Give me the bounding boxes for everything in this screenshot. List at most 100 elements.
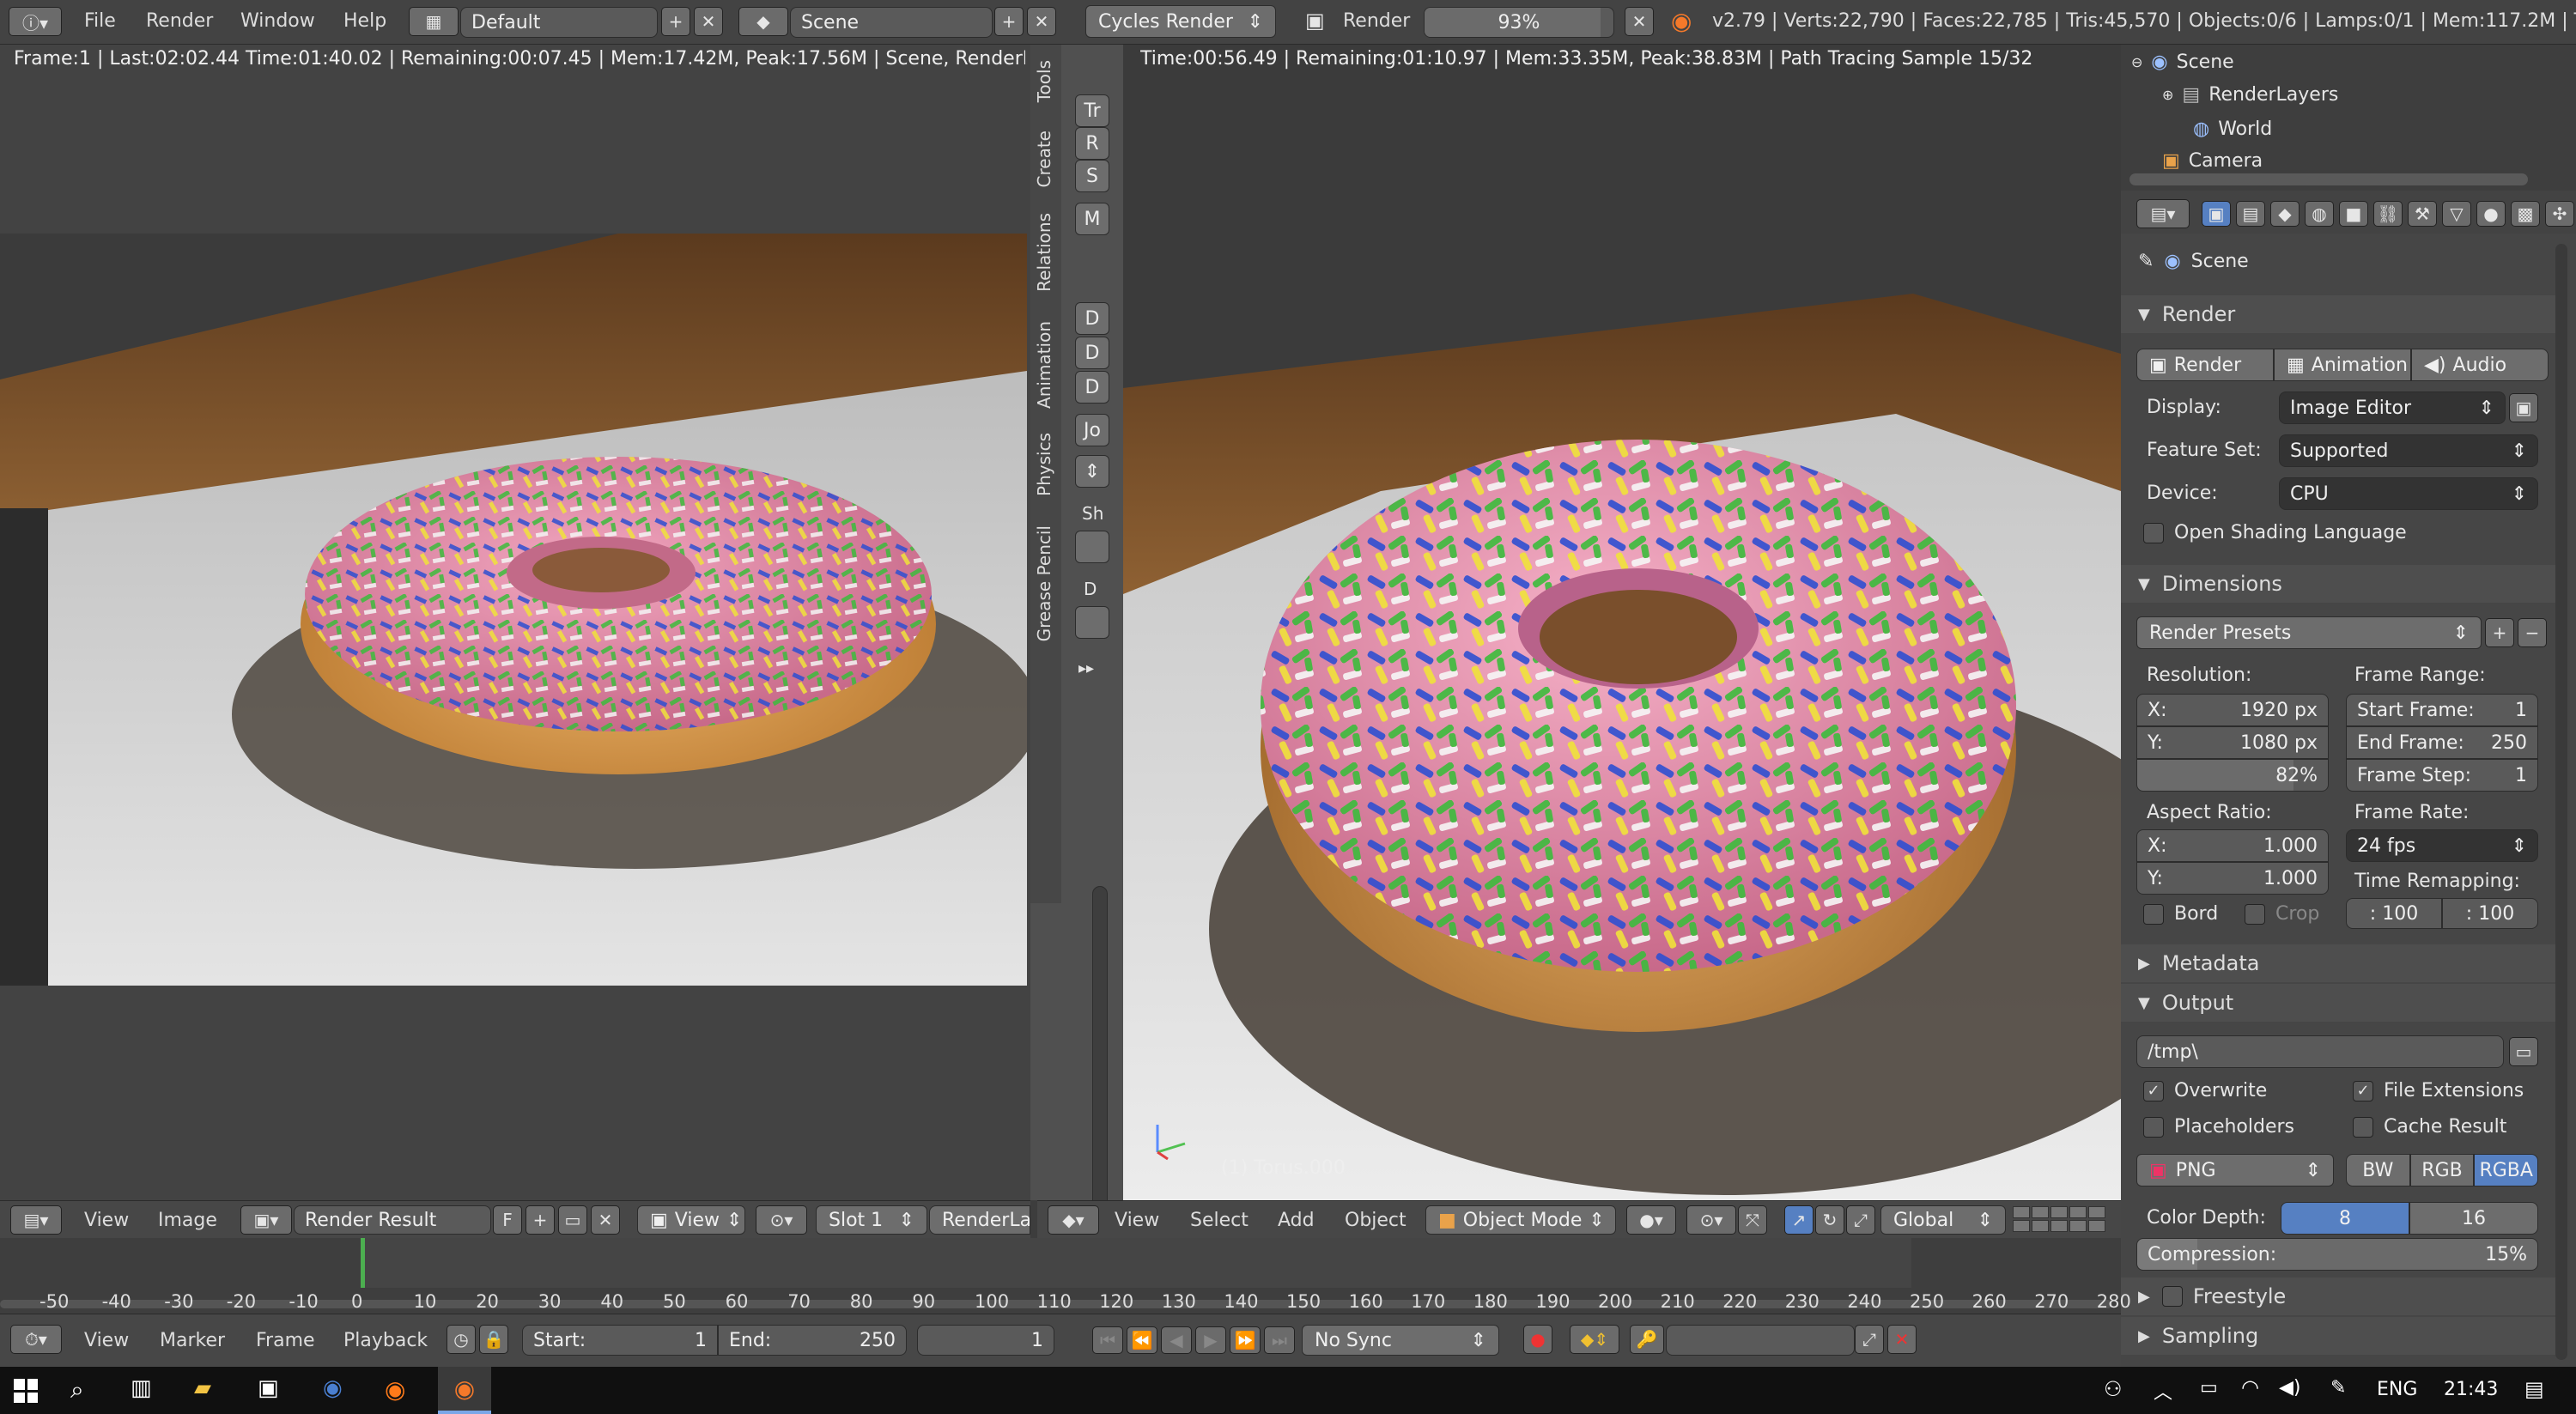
color-rgba-button[interactable]: RGBA (2474, 1154, 2539, 1186)
menu-playback[interactable]: Playback (343, 1330, 428, 1351)
tool-shelf-scrollbar[interactable] (1092, 886, 1108, 1229)
outliner-row-renderlayers[interactable]: ⊕ ▤ RenderLayers (2162, 79, 2338, 110)
resolution-y-field[interactable]: Y: 1080 px (2136, 726, 2329, 759)
outliner-row-scene[interactable]: ⊖ ◉ Scene (2131, 46, 2234, 77)
sampling-panel-header[interactable]: ▶ Sampling (2121, 1317, 2564, 1355)
timeline-type-icon[interactable]: ⏱▾ (10, 1325, 62, 1354)
constraints-tab-icon[interactable]: ⛓ (2373, 201, 2403, 227)
image-browse-icon[interactable]: ▣▾ (240, 1205, 292, 1235)
firefox-icon[interactable]: ◉ (385, 1375, 405, 1404)
output-panel-header[interactable]: ▼ Output (2121, 984, 2564, 1022)
pivot-point-icon[interactable]: ⊙▾ (1686, 1205, 1736, 1235)
aspect-x-field[interactable]: X: 1.000 (2136, 829, 2329, 862)
fake-user-button[interactable]: F (493, 1205, 522, 1235)
file-extensions-checkbox[interactable]: ✓ File Extensions (2353, 1080, 2524, 1101)
metadata-panel-header[interactable]: ▶ Metadata (2121, 944, 2564, 982)
display-select[interactable]: Image Editor ⇕ (2279, 391, 2506, 424)
windows-start-icon[interactable] (14, 1379, 38, 1403)
render-presets-select[interactable]: Render Presets ⇕ (2136, 616, 2482, 649)
scene-close-icon[interactable]: ✕ (1027, 7, 1056, 36)
tool-duplicate-linked-button[interactable]: D (1075, 337, 1109, 369)
menu-frame[interactable]: Frame (256, 1330, 315, 1351)
manipulator-toggle-icon[interactable]: ⤧ (1738, 1205, 1767, 1235)
layout-icon[interactable]: ▦ (409, 7, 459, 36)
outliner-row-world[interactable]: ◍ World (2193, 113, 2272, 144)
audio-button[interactable]: ◀) Audio (2411, 349, 2549, 381)
menu-file[interactable]: File (84, 10, 116, 32)
delete-keyframe-icon[interactable]: ✕ (1887, 1325, 1917, 1354)
overwrite-checkbox[interactable]: ✓ Overwrite (2143, 1080, 2267, 1101)
feature-set-select[interactable]: Supported ⇕ (2279, 434, 2538, 467)
task-view-icon[interactable]: ▥ (131, 1375, 152, 1401)
properties-scrollbar[interactable] (2555, 244, 2567, 1360)
notifications-icon[interactable]: ▤ (2524, 1377, 2544, 1401)
tool-duplicate-button[interactable]: D (1075, 302, 1109, 335)
history-collapse-icon[interactable]: ▸▸ (1078, 659, 1094, 677)
menu-view[interactable]: View (84, 1210, 129, 1231)
scene-add-icon[interactable]: + (994, 7, 1024, 36)
tab-create[interactable]: Create (1034, 130, 1054, 187)
expand-icon[interactable]: ⊖ (2131, 54, 2142, 70)
clock[interactable]: 21:43 (2444, 1379, 2498, 1400)
orientation-select[interactable]: Global ⇕ (1880, 1205, 2006, 1235)
remap-new-field[interactable]: : 100 (2442, 898, 2538, 929)
placeholders-checkbox[interactable]: Placeholders (2143, 1116, 2294, 1138)
scene-icon[interactable]: ◆ (738, 7, 788, 36)
wifi-icon[interactable]: ◠ (2241, 1375, 2259, 1399)
depth-8-button[interactable]: 8 (2281, 1202, 2409, 1235)
tray-chevron-icon[interactable]: ︿ (2154, 1377, 2172, 1405)
data-tab-icon[interactable]: ▽ (2442, 201, 2471, 227)
depth-16-button[interactable]: 16 (2409, 1202, 2538, 1235)
outliner-scrollbar[interactable] (2129, 173, 2528, 185)
new-image-icon[interactable]: + (526, 1205, 555, 1235)
start-frame-input[interactable]: Start: 1 (522, 1325, 718, 1356)
material-tab-icon[interactable]: ● (2476, 201, 2506, 227)
render-layer-select[interactable]: RenderLay (929, 1205, 1030, 1235)
particles-tab-icon[interactable]: ✣ (2545, 201, 2574, 227)
volume-icon[interactable]: ◀) (2279, 1377, 2301, 1399)
world-tab-icon[interactable]: ◍ (2305, 201, 2334, 227)
image-name-field[interactable]: Render Result (294, 1205, 491, 1235)
data-button[interactable] (1075, 606, 1109, 639)
scene-field[interactable]: Scene (790, 7, 993, 38)
pin-icon[interactable]: ✎ (2138, 251, 2154, 272)
play-reverse-icon[interactable]: ◀ (1161, 1326, 1192, 1354)
tool-rotate-button[interactable]: R (1075, 127, 1109, 160)
tool-scale-button[interactable]: S (1075, 160, 1109, 192)
aspect-y-field[interactable]: Y: 1.000 (2136, 862, 2329, 895)
resolution-x-field[interactable]: X: 1920 px (2136, 694, 2329, 726)
prev-keyframe-icon[interactable]: ⏪ (1127, 1326, 1157, 1354)
menu-render[interactable]: Render (146, 10, 213, 32)
color-bw-button[interactable]: BW (2346, 1154, 2410, 1186)
preview-range-icon[interactable]: ◷ (447, 1325, 476, 1354)
view-mode-select[interactable]: ▣ View ⇕ (637, 1205, 745, 1235)
render-engine-select[interactable]: Cycles Render ⇕ (1085, 5, 1276, 38)
menu-view-3d[interactable]: View (1115, 1210, 1159, 1231)
crop-checkbox[interactable]: Crop (2245, 903, 2319, 925)
tool-translate-button[interactable]: Tr (1075, 94, 1109, 127)
end-frame-field[interactable]: End Frame: 250 (2346, 726, 2538, 759)
checkbox-icon[interactable] (2161, 1286, 2183, 1307)
render-button[interactable]: ▣ Render (2136, 349, 2274, 381)
menu-select[interactable]: Select (1190, 1210, 1249, 1231)
pivot-icon[interactable]: ⊙▾ (756, 1205, 807, 1235)
layout-add-icon[interactable]: + (661, 7, 690, 36)
tab-physics[interactable]: Physics (1034, 433, 1054, 496)
properties-editor-icon[interactable]: ▤▾ (2136, 199, 2190, 228)
dimensions-panel-header[interactable]: ▼ Dimensions (2121, 565, 2564, 603)
blender-taskbar-icon[interactable]: ◉ (438, 1367, 491, 1414)
file-format-select[interactable]: ▣ PNG ⇕ (2136, 1154, 2334, 1186)
lock-interface-icon[interactable]: ▣ (2509, 393, 2538, 422)
menu-add[interactable]: Add (1278, 1210, 1315, 1231)
next-keyframe-icon[interactable]: ⏩ (1230, 1326, 1261, 1354)
record-icon[interactable]: ● (1523, 1325, 1552, 1354)
file-explorer-icon[interactable]: ▰ (194, 1375, 211, 1401)
frame-rate-select[interactable]: 24 fps ⇕ (2346, 829, 2538, 862)
render-panel-header[interactable]: ▼ Render (2121, 295, 2564, 333)
border-checkbox[interactable]: Bord (2143, 903, 2218, 925)
tool-mirror-button[interactable]: M (1075, 203, 1109, 235)
menu-window[interactable]: Window (240, 10, 315, 32)
scene-tab-icon[interactable]: ◆ (2270, 201, 2300, 227)
search-icon[interactable]: ⌕ (70, 1375, 84, 1405)
cancel-render-icon[interactable]: ✕ (1625, 7, 1654, 36)
